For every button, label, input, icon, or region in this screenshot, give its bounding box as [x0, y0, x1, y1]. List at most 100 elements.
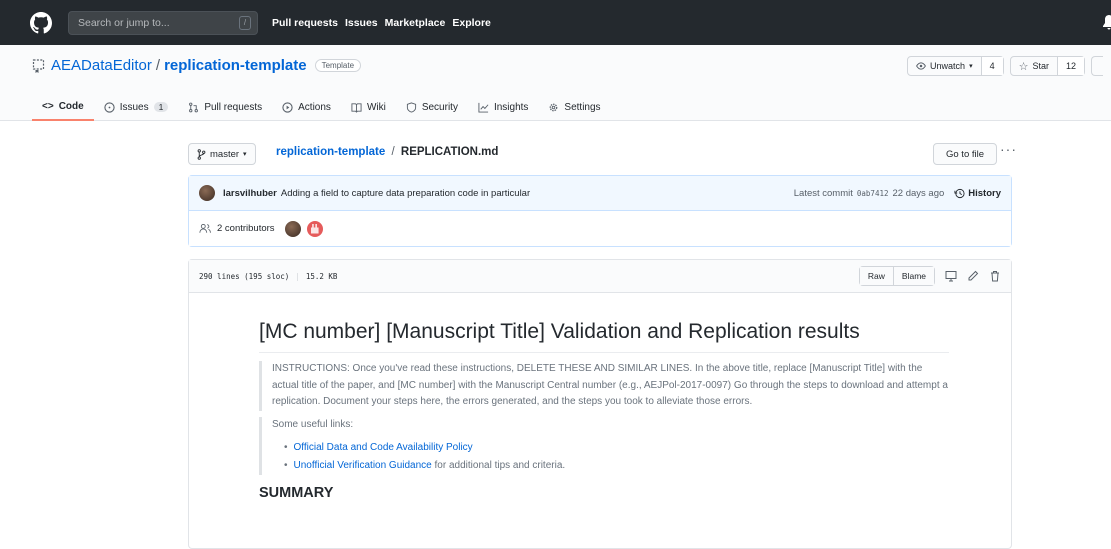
repo-name-link[interactable]: replication-template: [164, 57, 307, 74]
repo-header: AEADataEditor / replication-template Tem…: [0, 45, 1111, 121]
history-icon: [954, 188, 965, 198]
tab-insights[interactable]: Insights: [468, 93, 538, 121]
contributors-link[interactable]: 2 contributors: [217, 223, 275, 234]
file-viewer: 290 lines (195 sloc) | 15.2 KB Raw Blame […: [188, 259, 1012, 549]
nav-issues[interactable]: Issues: [345, 17, 378, 29]
global-header: Search or jump to... / Pull requests Iss…: [0, 0, 1111, 45]
commit-age: 22 days ago: [892, 187, 945, 199]
nav-pull-requests[interactable]: Pull requests: [272, 17, 338, 29]
file-info: 290 lines (195 sloc) | 15.2 KB: [199, 271, 338, 281]
issues-count: 1: [153, 102, 169, 112]
tab-issues[interactable]: Issues 1: [94, 93, 179, 121]
tab-wiki[interactable]: Wiki: [341, 93, 396, 121]
instructions-quote: INSTRUCTIONS: Once you've read these ins…: [259, 361, 949, 411]
star-label: Star: [1032, 61, 1049, 71]
eye-icon: [916, 62, 926, 70]
caret-down-icon: ▾: [243, 151, 247, 158]
tab-security[interactable]: Security: [396, 93, 468, 121]
latest-commit-label: Latest commit: [793, 187, 853, 199]
star-count[interactable]: 12: [1056, 57, 1084, 75]
pull-request-icon: [189, 102, 199, 112]
file-header: 290 lines (195 sloc) | 15.2 KB Raw Blame: [189, 260, 1011, 293]
code-icon: <>: [42, 100, 54, 112]
contributors-row: 2 contributors: [189, 211, 1011, 246]
breadcrumb-filename: REPLICATION.md: [400, 146, 499, 158]
nav-marketplace[interactable]: Marketplace: [385, 17, 446, 29]
issue-icon: [104, 101, 115, 113]
commit-author[interactable]: larsvilhuber: [223, 188, 277, 199]
file-line-count: 290 lines (195 sloc): [199, 271, 290, 281]
trash-icon[interactable]: [989, 270, 1001, 282]
repo-tabs: <> Code Issues 1 Pull requests Actions W…: [32, 93, 611, 121]
file-size: 15.2 KB: [305, 271, 338, 281]
slash-key-hint: /: [239, 15, 251, 30]
repo-actions: Unwatch ▾ 4 ☆ Star 12: [907, 56, 1103, 76]
repo-title-separator: /: [155, 57, 161, 74]
branch-select[interactable]: master ▾: [188, 143, 256, 165]
blame-button[interactable]: Blame: [892, 267, 934, 285]
tab-issues-label: Issues: [119, 101, 149, 113]
top-nav: Pull requests Issues Marketplace Explore: [272, 17, 491, 29]
nav-explore[interactable]: Explore: [452, 17, 491, 29]
commit-message[interactable]: Adding a field to capture data preparati…: [281, 188, 530, 199]
raw-button[interactable]: Raw: [859, 267, 893, 285]
summary-heading: SUMMARY: [259, 485, 334, 501]
go-to-file-button[interactable]: Go to file: [933, 143, 998, 165]
tab-pull-requests-label: Pull requests: [204, 101, 263, 113]
list-item: Official Data and Code Availability Poli…: [284, 439, 949, 457]
repo-title: AEADataEditor / replication-template Tem…: [32, 57, 362, 74]
search-placeholder: Search or jump to...: [78, 16, 170, 29]
latest-commit-row: larsvilhuber Adding a field to capture d…: [189, 176, 1011, 211]
tab-insights-label: Insights: [493, 101, 529, 113]
star-icon: ☆: [1018, 60, 1029, 73]
history-label: History: [968, 187, 1001, 199]
commit-box: larsvilhuber Adding a field to capture d…: [188, 175, 1012, 247]
shield-icon: [406, 101, 416, 113]
caret-down-icon: ▾: [969, 63, 973, 70]
tab-code[interactable]: <> Code: [32, 93, 94, 121]
guidance-link[interactable]: Unofficial Verification Guidance: [294, 460, 432, 471]
desktop-icon[interactable]: [945, 270, 957, 282]
watch-button[interactable]: Unwatch ▾ 4: [907, 56, 1004, 76]
commit-sha[interactable]: 0ab7412: [857, 189, 889, 198]
tab-settings[interactable]: Settings: [538, 93, 610, 121]
pencil-icon[interactable]: [967, 270, 979, 282]
github-logo-icon[interactable]: [30, 11, 52, 34]
repo-owner-link[interactable]: AEADataEditor: [51, 57, 152, 74]
tab-security-label: Security: [421, 101, 458, 113]
tab-settings-label: Settings: [564, 101, 601, 113]
file-tools: Raw Blame: [858, 266, 1001, 286]
branch-icon: [197, 148, 206, 160]
tab-code-label: Code: [58, 100, 84, 112]
search-input[interactable]: Search or jump to... /: [68, 10, 258, 35]
contributor-avatar-2[interactable]: [306, 220, 323, 237]
breadcrumb: replication-template / REPLICATION.md: [276, 146, 498, 158]
star-button[interactable]: ☆ Star 12: [1009, 56, 1085, 76]
contributor-avatar-1[interactable]: [284, 220, 301, 237]
tab-actions[interactable]: Actions: [272, 93, 341, 121]
breadcrumb-separator: /: [391, 146, 395, 158]
guidance-suffix: for additional tips and criteria.: [431, 460, 566, 471]
tab-wiki-label: Wiki: [366, 101, 386, 113]
more-options-icon[interactable]: ···: [1000, 141, 1017, 157]
list-item: Unofficial Verification Guidance for add…: [284, 457, 949, 475]
policy-link[interactable]: Official Data and Code Availability Poli…: [294, 442, 473, 453]
graph-icon: [478, 102, 489, 113]
bell-icon[interactable]: [1103, 14, 1111, 30]
branch-name: master: [210, 148, 240, 160]
useful-links-list: Official Data and Code Availability Poli…: [272, 439, 949, 475]
markdown-body: [MC number] [Manuscript Title] Validatio…: [259, 320, 949, 501]
document-title: [MC number] [Manuscript Title] Validatio…: [259, 320, 949, 353]
book-icon: [351, 102, 362, 113]
template-badge: Template: [314, 59, 362, 72]
useful-links-quote: Some useful links: Official Data and Cod…: [259, 416, 949, 475]
tab-pull-requests[interactable]: Pull requests: [178, 93, 272, 121]
breadcrumb-repo-link[interactable]: replication-template: [276, 146, 385, 158]
history-link[interactable]: History: [954, 188, 1001, 199]
fork-button[interactable]: [1091, 56, 1103, 76]
people-icon: [199, 223, 211, 233]
watch-count[interactable]: 4: [980, 57, 1003, 75]
author-avatar[interactable]: [199, 185, 215, 201]
gear-icon: [550, 103, 558, 111]
useful-links-intro: Some useful links:: [272, 418, 354, 430]
